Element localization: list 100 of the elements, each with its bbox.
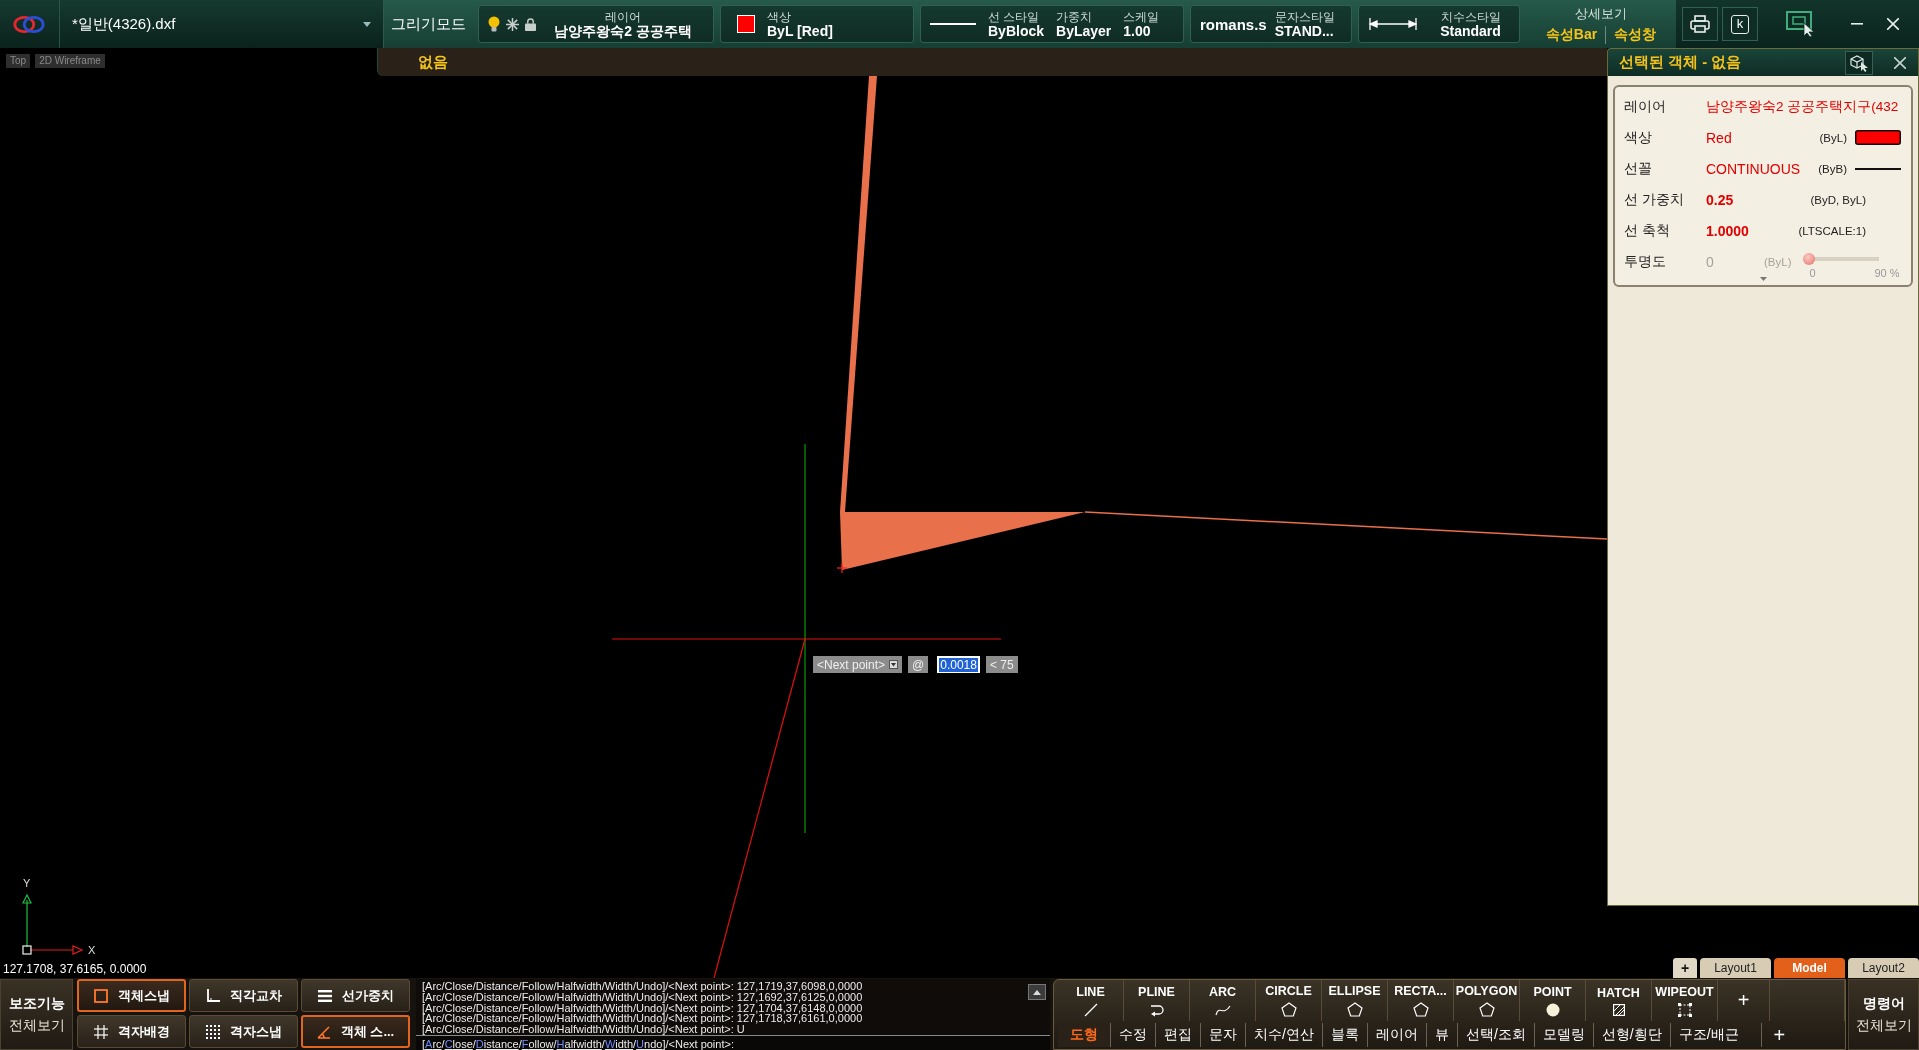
triangle-up-icon <box>1033 989 1041 995</box>
square-icon <box>93 988 108 1003</box>
lock-icon[interactable] <box>525 17 536 31</box>
ribbon-tab[interactable]: 레이어 <box>1366 1023 1426 1047</box>
layout-tab[interactable]: Layout2 <box>1848 958 1919 978</box>
panel-title: 선택된 객체 - 없음 <box>1618 53 1743 72</box>
command-option[interactable]: Close <box>444 1038 473 1050</box>
command-option[interactable]: Undo <box>636 1038 663 1050</box>
command-button[interactable]: CIRCLE <box>1256 980 1322 1021</box>
slider-min-label: 0 <box>1809 266 1816 279</box>
command-button[interactable]: LINE <box>1058 980 1124 1021</box>
draw-mode-button[interactable]: 그리기모드 <box>384 4 472 44</box>
detail-view-label: 상세보기 <box>1575 4 1627 23</box>
expand-caret-icon[interactable] <box>1759 277 1767 281</box>
command-button[interactable]: WIPEOUT <box>1652 980 1718 1021</box>
distance-input-field[interactable]: 0.0018 <box>937 656 980 673</box>
property-value[interactable]: 남양주왕숙2 공공주택지구(432 <box>1706 97 1911 116</box>
selection-status: 없음 <box>418 52 448 72</box>
toggle-button[interactable]: 직각교차 <box>189 979 298 1012</box>
toggle-button[interactable]: 객체스냅 <box>77 979 186 1012</box>
caret-icon <box>363 21 371 27</box>
color-dropdown[interactable]: 색상 ByL [Red] <box>720 5 914 43</box>
toggle-button[interactable]: 격자배경 <box>77 1015 186 1048</box>
dropdown-icon <box>889 660 899 669</box>
dashed-square-icon <box>1677 1002 1692 1017</box>
drawing-canvas[interactable]: <Next point> @ 0.0018 < 75 Y X 127.1708, 37.6165, 0.0000 <box>0 76 1607 978</box>
dimension-arrow-icon <box>1369 18 1417 30</box>
property-label: 선 축척 <box>1624 221 1671 240</box>
layout-tab[interactable]: Model <box>1774 958 1845 978</box>
assist-functions-button[interactable]: 보조기능 전체보기 <box>0 979 73 1050</box>
ribbon-tab[interactable]: 선형/횡단 <box>1592 1023 1670 1047</box>
ribbon-tab[interactable]: 수정 <box>1110 1023 1155 1047</box>
command-button[interactable]: PLINE <box>1124 980 1190 1021</box>
ribbon-tab[interactable]: 뷰 <box>1425 1023 1457 1047</box>
close-icon[interactable] <box>1887 18 1899 30</box>
color-swatch-icon <box>1855 130 1901 145</box>
ribbon-tab[interactable]: 치수/연산 <box>1245 1023 1322 1047</box>
line-sample-icon <box>1855 167 1901 170</box>
property-label: 레이어 <box>1624 97 1667 116</box>
command-button[interactable]: POINT <box>1520 980 1586 1021</box>
command-input-field[interactable]: [Arc/Close/Distance/Follow/Halfwidth/Width/Undo]/<Next point>: <box>416 1035 1050 1050</box>
axis-label: X <box>88 944 96 956</box>
view-button[interactable]: 2D Wireframe <box>35 54 105 68</box>
printer-icon <box>1690 15 1710 33</box>
dot-icon <box>1545 1002 1560 1017</box>
color-swatch-icon <box>737 15 755 33</box>
layer-dropdown[interactable]: 레이어 남양주왕숙2 공공주택 <box>478 5 714 43</box>
property-source: (ByL) <box>1764 255 1792 268</box>
property-value[interactable]: 0.25 <box>1706 191 1811 208</box>
panel-link[interactable]: 속성Bar <box>1537 25 1606 44</box>
property-label: 투명도 <box>1624 252 1667 271</box>
command-option[interactable]: Width <box>604 1038 634 1050</box>
ribbon-tab[interactable]: 선택/조회 <box>1456 1023 1534 1047</box>
command-button[interactable]: HATCH <box>1586 980 1652 1021</box>
ribbon-tab[interactable]: 모델링 <box>1533 1023 1593 1047</box>
ribbon-tab[interactable]: 편집 <box>1155 1023 1200 1047</box>
ribbon-tab[interactable]: 블록 <box>1321 1023 1367 1047</box>
property-value[interactable]: Red <box>1706 129 1820 146</box>
select-objects-button[interactable] <box>1845 50 1873 75</box>
command-button[interactable]: + <box>1718 980 1770 1021</box>
file-tab[interactable]: *일반(4326).dxf <box>59 0 383 48</box>
scroll-up-button[interactable] <box>1028 984 1046 1000</box>
command-option[interactable]: Arc <box>425 1038 442 1050</box>
command-list-button[interactable]: 명령어 전체보기 <box>1848 979 1919 1050</box>
command-button[interactable]: RECTA... <box>1388 980 1454 1021</box>
command-option[interactable]: Halfwidth <box>556 1038 602 1050</box>
toggle-button[interactable]: 격자스냅 <box>189 1015 298 1048</box>
dimension-style-dropdown[interactable]: 치수스타일 Standard <box>1358 5 1520 43</box>
ribbon-tab[interactable]: 구조/배근 <box>1669 1023 1747 1047</box>
panel-link[interactable]: 속성창 <box>1605 25 1665 44</box>
toggle-button[interactable]: 객체 스... <box>301 1015 410 1048</box>
property-value[interactable]: CONTINUOUS <box>1706 160 1819 177</box>
coordinate-readout: 127.1708, 37.6165, 0.0000 <box>3 962 147 976</box>
add-tab-button[interactable]: + <box>1760 1023 1798 1047</box>
pentagon-icon <box>1280 1002 1297 1017</box>
command-button[interactable]: ARC <box>1190 980 1256 1021</box>
view-button[interactable]: Top <box>6 54 31 68</box>
app-logo-icon[interactable] <box>12 14 46 34</box>
toggle-button[interactable]: 선가중치 <box>301 979 410 1012</box>
command-button[interactable]: ELLIPSE <box>1322 980 1388 1021</box>
right-angle-icon <box>205 988 220 1003</box>
grid-icon <box>93 1024 108 1039</box>
add-layout-button[interactable]: + <box>1673 958 1697 978</box>
angle-icon <box>316 1024 331 1039</box>
command-button[interactable]: POLYGON <box>1454 980 1520 1021</box>
property-value[interactable]: 1.0000 <box>1706 222 1799 239</box>
print-button[interactable] <box>1682 7 1718 41</box>
cube-cursor-icon <box>1849 53 1869 72</box>
property-source: (LTSCALE:1) <box>1798 224 1866 237</box>
snowflake-icon[interactable] <box>506 17 519 31</box>
line-style-dropdown[interactable]: 선 스타일 ByBlock 가중치 ByLayer 스케일 1.00 <box>920 5 1184 43</box>
command-option[interactable]: Distance <box>475 1038 519 1050</box>
hook-arrow-icon <box>1148 1002 1165 1017</box>
property-source: (ByD, ByL) <box>1810 193 1866 206</box>
light-bulb-icon[interactable] <box>488 16 500 32</box>
ribbon-tab[interactable]: 문자 <box>1200 1023 1245 1047</box>
pentagon-icon <box>1412 1002 1429 1017</box>
screen-select-icon[interactable] <box>1786 11 1816 37</box>
layout-tab[interactable]: Layout1 <box>1700 958 1771 978</box>
shortcut-key-button[interactable]: k <box>1722 7 1758 41</box>
